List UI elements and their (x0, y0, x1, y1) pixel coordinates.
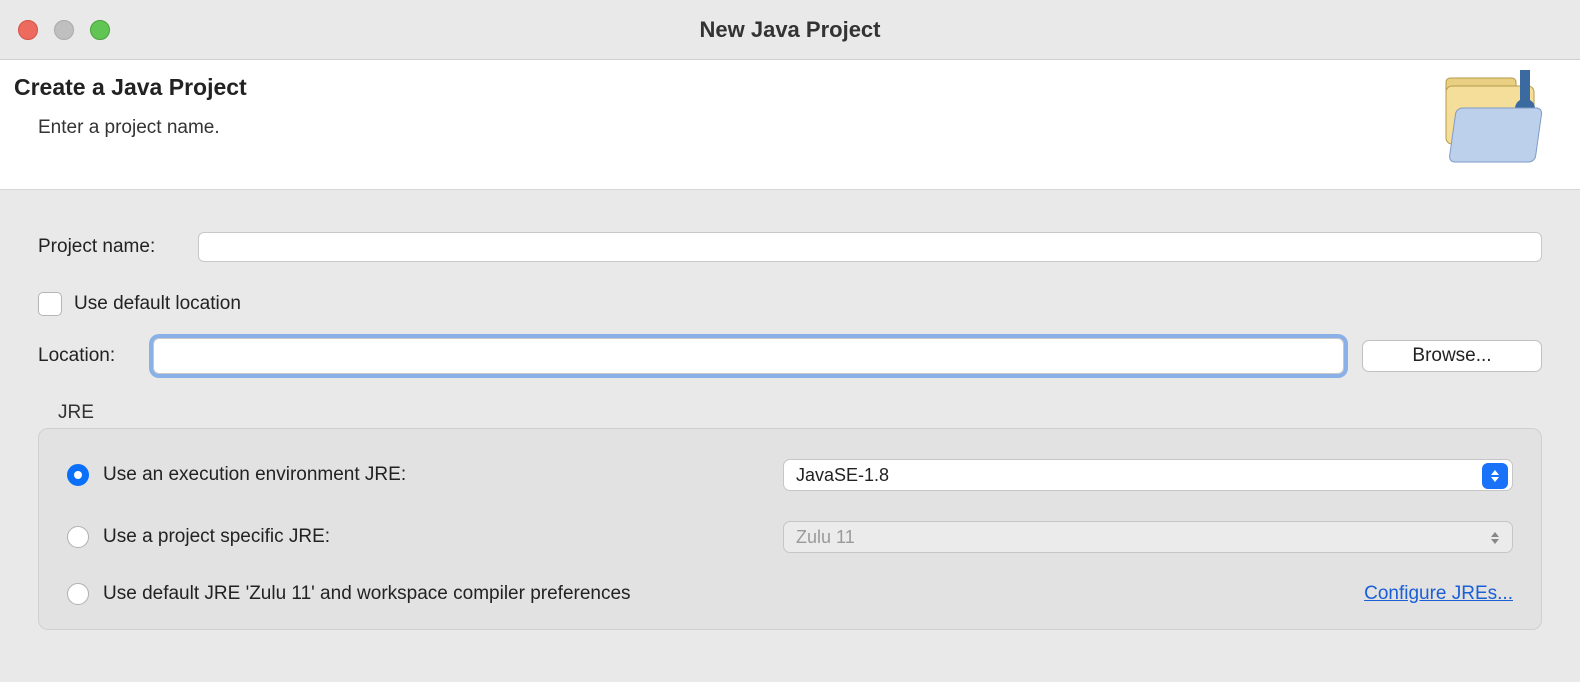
jre-specific-value: Zulu 11 (796, 527, 855, 548)
jre-group: Use an execution environment JRE: JavaSE… (38, 428, 1542, 630)
jre-option-execution-env-label: Use an execution environment JRE: (103, 464, 783, 486)
jre-option-specific-label: Use a project specific JRE: (103, 526, 783, 548)
jre-group-label: JRE (58, 402, 1542, 424)
window-title: New Java Project (700, 17, 881, 43)
jre-execution-env-select[interactable]: JavaSE-1.8 (783, 459, 1513, 491)
maximize-icon[interactable] (90, 20, 110, 40)
dialog-body: Project name: Use default location Locat… (0, 190, 1580, 630)
dialog-header: Create a Java Project Enter a project na… (0, 60, 1580, 190)
close-icon[interactable] (18, 20, 38, 40)
page-title: Create a Java Project (14, 74, 1566, 101)
select-arrow-icon (1482, 525, 1508, 551)
window-controls (18, 20, 110, 40)
titlebar: New Java Project (0, 0, 1580, 60)
project-name-input[interactable] (198, 232, 1542, 262)
jre-execution-env-value: JavaSE-1.8 (796, 465, 889, 486)
jre-radio-specific[interactable] (67, 526, 89, 548)
use-default-location-label: Use default location (74, 293, 241, 315)
location-input[interactable] (153, 338, 1344, 374)
location-label: Location: (38, 345, 153, 367)
minimize-icon[interactable] (54, 20, 74, 40)
jre-radio-default[interactable] (67, 583, 89, 605)
select-arrow-icon (1482, 463, 1508, 489)
jre-specific-select: Zulu 11 (783, 521, 1513, 553)
java-project-folder-icon (1442, 68, 1552, 173)
browse-button[interactable]: Browse... (1362, 340, 1542, 372)
jre-radio-execution-env[interactable] (67, 464, 89, 486)
jre-option-default-label: Use default JRE 'Zulu 11' and workspace … (103, 583, 631, 605)
configure-jres-link[interactable]: Configure JREs... (1364, 583, 1513, 605)
project-name-label: Project name: (38, 236, 198, 258)
page-subtitle: Enter a project name. (38, 117, 1566, 139)
use-default-location-checkbox[interactable] (38, 292, 62, 316)
